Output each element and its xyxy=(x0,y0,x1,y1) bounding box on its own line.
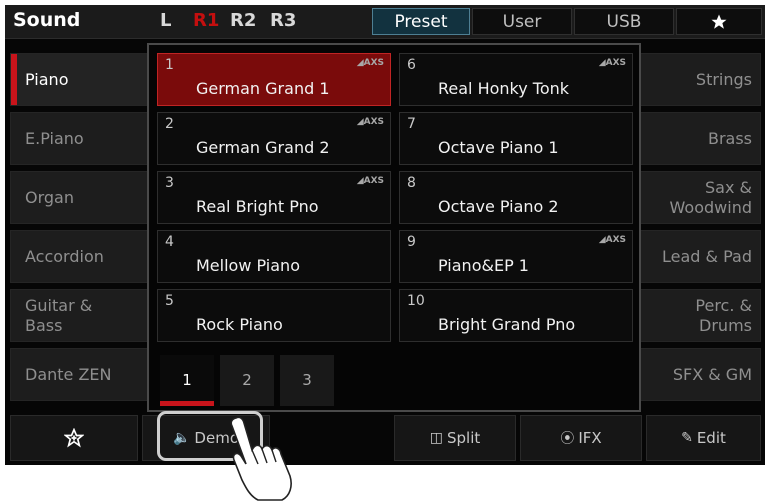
voice-item-6[interactable]: 6 ◢AXS Real Honky Tonk xyxy=(399,53,633,106)
voice-item-10[interactable]: 10 Bright Grand Pno xyxy=(399,289,633,342)
top-bar: Sound L R1 R2 R3 Preset User USB xyxy=(5,5,765,39)
page-button-1[interactable]: 1 xyxy=(160,355,214,406)
tab-usb[interactable]: USB xyxy=(574,8,674,35)
voice-item-5[interactable]: 5 Rock Piano xyxy=(157,289,391,342)
star-plus-icon xyxy=(64,428,84,448)
part-r3[interactable]: R3 xyxy=(270,10,296,31)
tab-favorites[interactable] xyxy=(676,8,762,35)
axs-badge: ◢AXS xyxy=(598,235,626,245)
page-title: Sound xyxy=(13,9,81,31)
edit-keyboard-icon: ✎ xyxy=(681,430,693,446)
category-epiano[interactable]: E.Piano xyxy=(10,112,149,165)
axs-badge: ◢AXS xyxy=(356,117,384,127)
sound-screen: Sound L R1 R2 R3 Preset User USB Piano E… xyxy=(5,5,765,465)
category-sfx-gm[interactable]: SFX & GM xyxy=(631,348,761,401)
category-brass[interactable]: Brass xyxy=(631,112,761,165)
page-button-2[interactable]: 2 xyxy=(220,355,274,406)
voice-item-4[interactable]: 4 Mellow Piano xyxy=(157,230,391,283)
part-l[interactable]: L xyxy=(160,10,171,31)
category-piano[interactable]: Piano xyxy=(10,53,149,106)
axs-badge: ◢AXS xyxy=(356,176,384,186)
page-button-3[interactable]: 3 xyxy=(280,355,334,406)
voice-item-7[interactable]: 7 Octave Piano 1 xyxy=(399,112,633,165)
part-r2[interactable]: R2 xyxy=(230,10,256,31)
voice-item-1[interactable]: 1 ◢AXS German Grand 1 xyxy=(157,53,391,106)
tab-preset[interactable]: Preset xyxy=(372,8,470,35)
axs-badge: ◢AXS xyxy=(598,58,626,68)
voice-list-popup: 1 ◢AXS German Grand 1 6 ◢AXS Real Honky … xyxy=(147,43,641,412)
axs-badge: ◢AXS xyxy=(356,58,384,68)
category-perc-drums[interactable]: Perc. & Drums xyxy=(631,289,761,342)
category-dante-zen[interactable]: Dante ZEN xyxy=(10,348,149,401)
tab-user[interactable]: User xyxy=(472,8,572,35)
pointing-hand-icon xyxy=(230,416,292,501)
part-r1[interactable]: R1 xyxy=(193,10,219,31)
category-organ[interactable]: Organ xyxy=(10,171,149,224)
category-accordion[interactable]: Accordion xyxy=(10,230,149,283)
category-lead-pad[interactable]: Lead & Pad xyxy=(631,230,761,283)
edit-button[interactable]: ✎ Edit xyxy=(646,415,761,461)
category-guitar-bass[interactable]: Guitar & Bass xyxy=(10,289,149,342)
split-button[interactable]: ◫ Split xyxy=(394,415,516,461)
ifx-icon: ⦿ xyxy=(560,431,575,447)
voice-item-9[interactable]: 9 ◢AXS Piano&EP 1 xyxy=(399,230,633,283)
ifx-button[interactable]: ⦿ IFX xyxy=(520,415,642,461)
category-sax-woodwind[interactable]: Sax & Woodwind xyxy=(631,171,761,224)
split-keyboard-icon: ◫ xyxy=(429,430,443,446)
voice-item-2[interactable]: 2 ◢AXS German Grand 2 xyxy=(157,112,391,165)
add-favorite-button[interactable] xyxy=(10,415,138,461)
voice-item-3[interactable]: 3 ◢AXS Real Bright Pno xyxy=(157,171,391,224)
category-strings[interactable]: Strings xyxy=(631,53,761,106)
voice-item-8[interactable]: 8 Octave Piano 2 xyxy=(399,171,633,224)
star-icon xyxy=(711,14,727,29)
